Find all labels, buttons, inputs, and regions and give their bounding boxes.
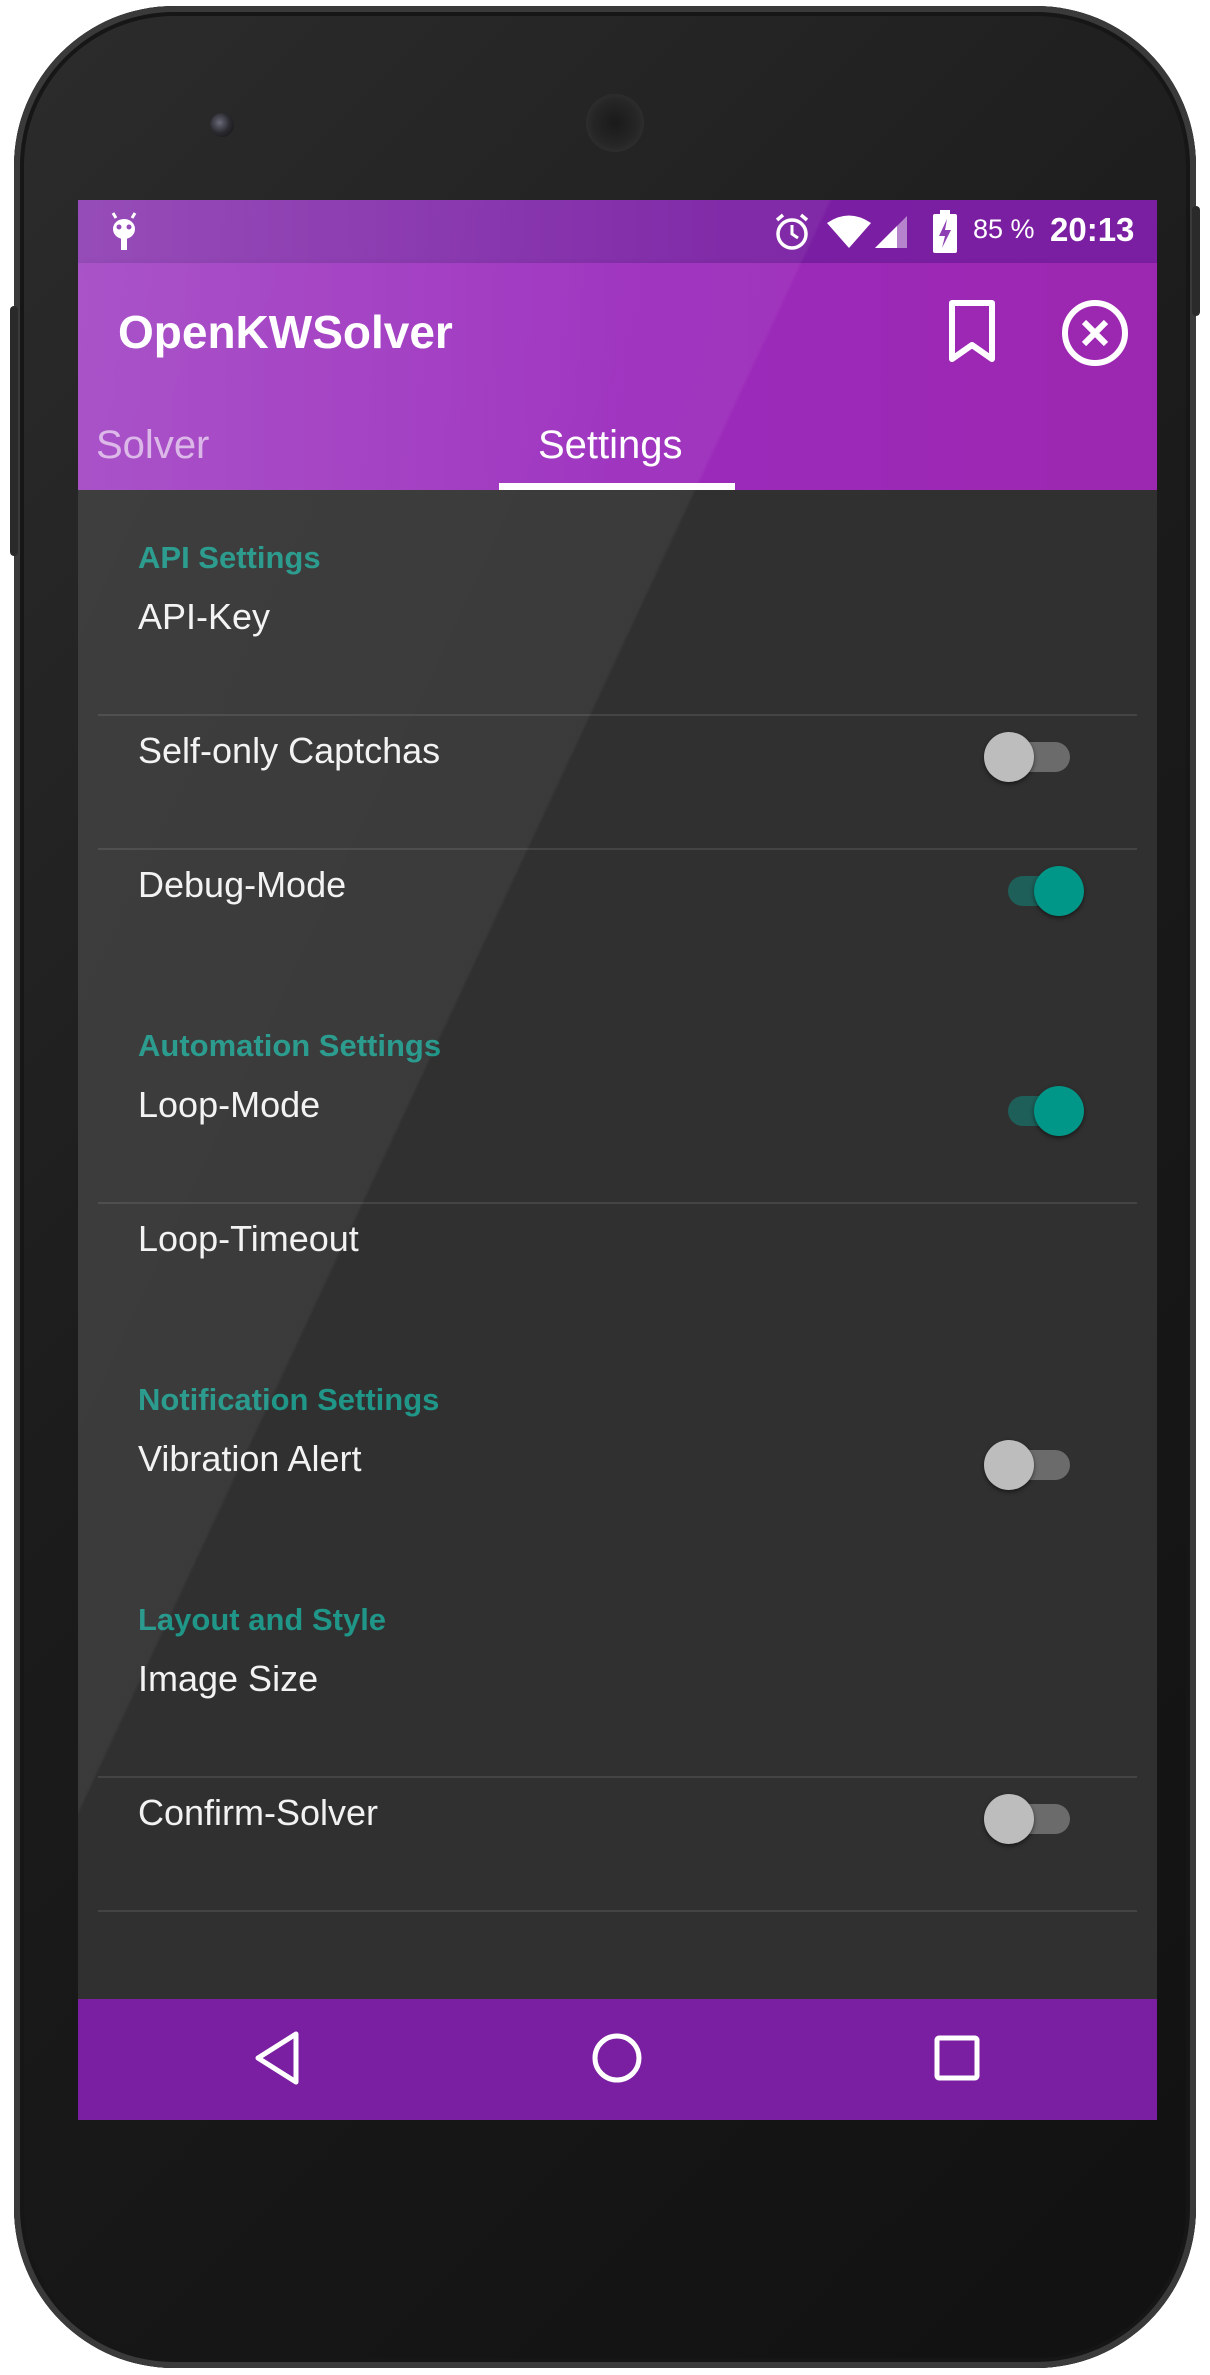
app-bar: OpenKWSolver — [78, 263, 1157, 401]
light-sensor — [1012, 116, 1024, 128]
section-header-notification: Notification Settings — [138, 1382, 440, 1417]
battery-percent: 85 % — [973, 214, 1035, 244]
pref-debug-mode[interactable]: Debug-Mode — [138, 864, 346, 906]
phone-frame: 85 % 20:13 OpenKWSolver Solver Settings … — [10, 6, 1200, 2368]
switch-thumb — [1034, 1086, 1084, 1136]
home-icon[interactable] — [588, 2029, 646, 2092]
wifi-icon — [826, 214, 872, 255]
switch-thumb — [1034, 866, 1084, 916]
alarm-icon — [772, 212, 812, 257]
android-debug-icon — [108, 212, 140, 257]
divider — [98, 1202, 1137, 1204]
pref-vibration-alert[interactable]: Vibration Alert — [138, 1438, 361, 1480]
front-camera — [210, 113, 234, 137]
volume-button — [10, 306, 18, 556]
earpiece-speaker — [586, 94, 644, 152]
switch-thumb — [984, 1440, 1034, 1490]
recent-apps-icon[interactable] — [932, 2033, 982, 2088]
divider — [98, 1776, 1137, 1778]
back-icon[interactable] — [252, 2029, 302, 2092]
vibration-alert-switch[interactable] — [984, 1432, 1074, 1492]
tab-indicator — [499, 483, 735, 490]
pref-loop-timeout[interactable]: Loop-Timeout — [138, 1218, 359, 1260]
divider — [98, 1910, 1137, 1912]
section-header-automation: Automation Settings — [138, 1028, 442, 1063]
loop-mode-switch[interactable] — [994, 1078, 1084, 1138]
pref-self-only-captchas[interactable]: Self-only Captchas — [138, 730, 440, 772]
tab-settings[interactable]: Settings — [538, 401, 683, 490]
pref-api-key[interactable]: API-Key — [138, 596, 270, 638]
tab-bar: Solver Settings — [78, 401, 1157, 490]
debug-mode-switch[interactable] — [994, 858, 1084, 918]
self-only-captchas-switch[interactable] — [984, 724, 1074, 784]
screen: 85 % 20:13 OpenKWSolver Solver Settings … — [78, 200, 1157, 2120]
switch-thumb — [984, 1794, 1034, 1844]
tab-solver[interactable]: Solver — [96, 401, 209, 490]
divider — [98, 714, 1137, 716]
switch-thumb — [984, 732, 1034, 782]
pref-confirm-solver[interactable]: Confirm-Solver — [138, 1792, 378, 1834]
proximity-sensor — [976, 114, 992, 130]
status-bar: 85 % 20:13 — [78, 200, 1157, 263]
clock: 20:13 — [1050, 211, 1135, 248]
power-button — [1192, 206, 1200, 316]
section-header-api: API Settings — [138, 540, 321, 575]
bookmark-icon[interactable] — [944, 299, 1000, 370]
close-icon[interactable] — [1061, 299, 1129, 372]
app-title: OpenKWSolver — [118, 306, 453, 358]
battery-charging-icon — [932, 210, 958, 259]
section-header-layout: Layout and Style — [138, 1602, 387, 1637]
divider — [98, 848, 1137, 850]
pref-image-size[interactable]: Image Size — [138, 1658, 318, 1700]
pref-loop-mode[interactable]: Loop-Mode — [138, 1084, 320, 1126]
confirm-solver-switch[interactable] — [984, 1786, 1074, 1846]
navigation-bar — [78, 1999, 1157, 2120]
cellular-signal-icon — [873, 214, 909, 255]
